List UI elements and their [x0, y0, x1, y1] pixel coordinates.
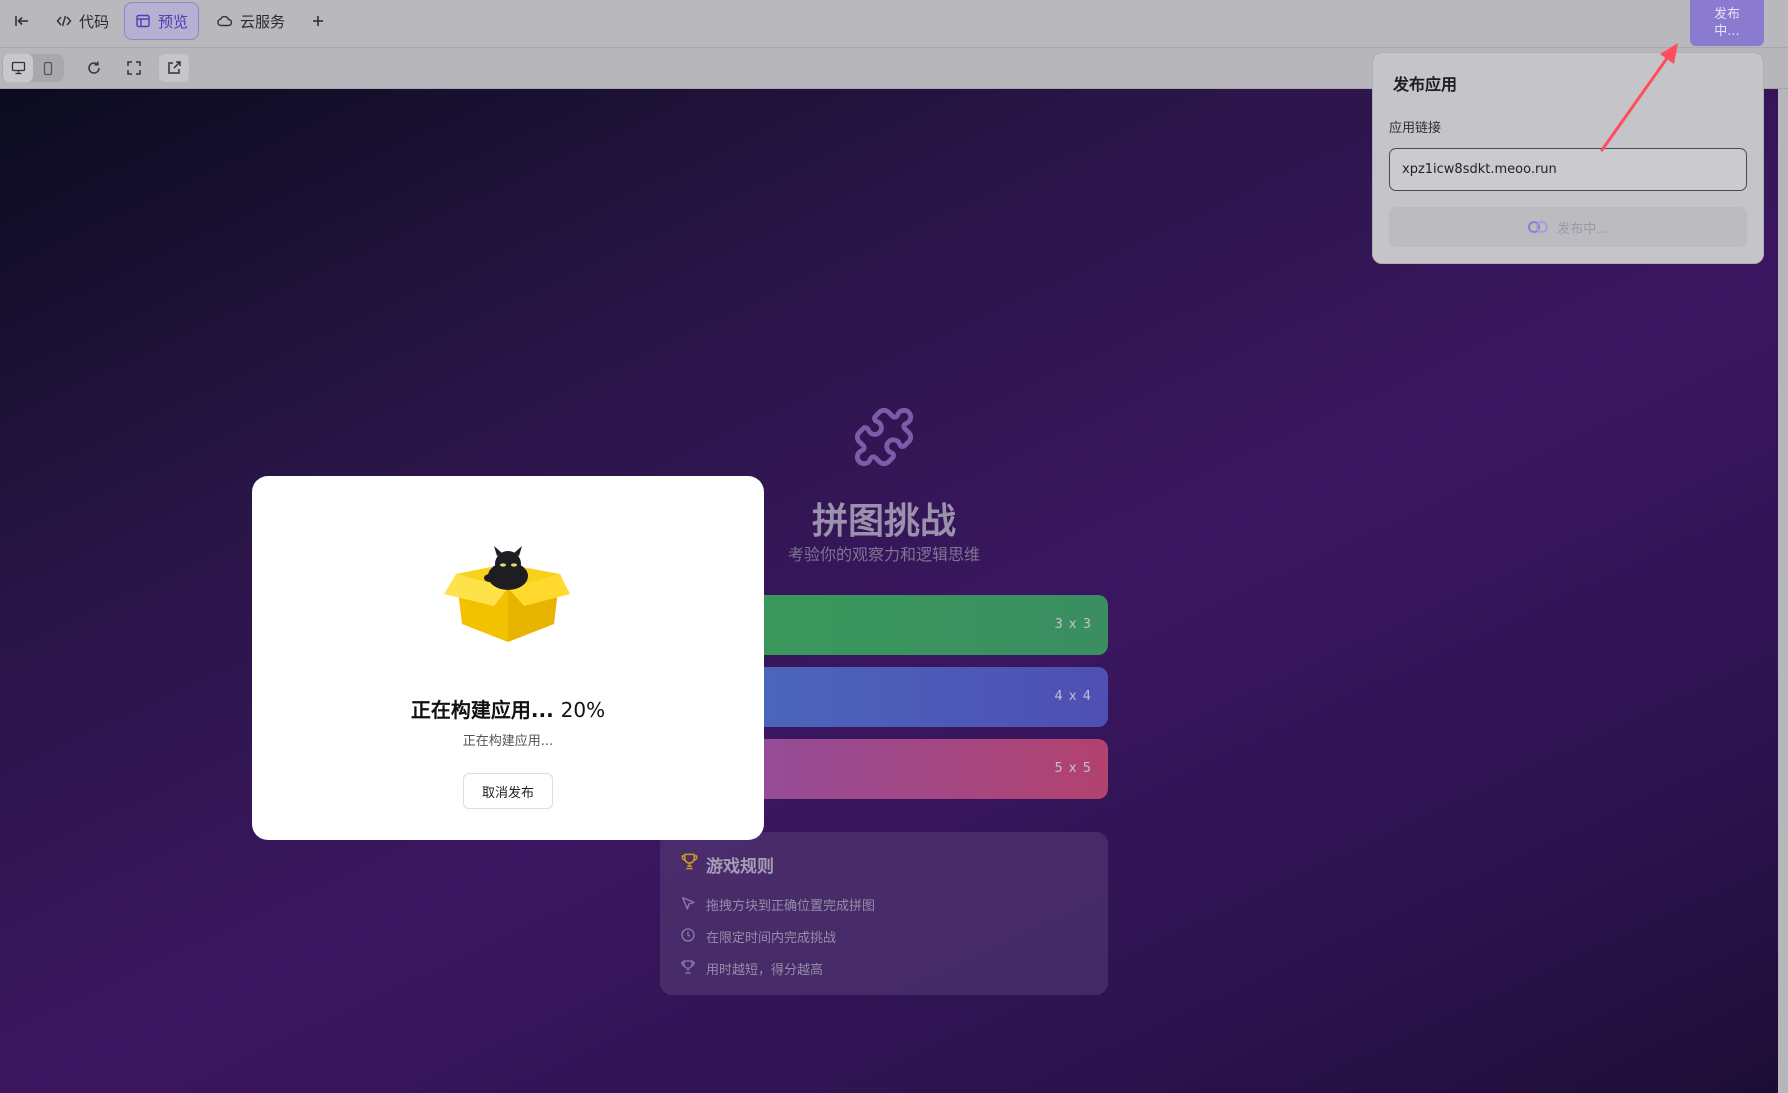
trophy-icon	[681, 853, 698, 870]
open-external-button[interactable]	[159, 54, 189, 82]
tab-preview-label: 预览	[158, 12, 189, 31]
tab-code[interactable]: 代码	[46, 2, 119, 40]
add-tab-button[interactable]	[300, 2, 336, 40]
clock-icon	[681, 928, 695, 942]
desktop-icon	[11, 61, 25, 75]
refresh-icon	[88, 61, 100, 74]
fullscreen-button[interactable]	[119, 54, 149, 82]
loading-infinity-icon	[1528, 221, 1549, 233]
tab-cloud-label: 云服务	[240, 12, 286, 31]
build-title-text: 正在构建应用...	[410, 698, 554, 722]
build-status: 正在构建应用...	[462, 734, 554, 749]
collapse-left-icon	[15, 16, 28, 26]
rules-title: 游戏规则	[706, 857, 774, 877]
preview-scroll-gutter	[1778, 89, 1788, 1093]
desktop-view-button[interactable]	[3, 54, 33, 82]
code-icon	[56, 15, 72, 27]
build-title: 正在构建应用... 20%	[252, 694, 764, 723]
rule-item-2: 在限定时间内完成挑战	[706, 931, 837, 946]
level-3x3-label: 3 x 3	[1054, 617, 1092, 632]
cancel-publish-button[interactable]: 取消发布	[463, 773, 553, 809]
cat-in-box-illustration	[444, 546, 570, 642]
mobile-view-button[interactable]	[33, 54, 63, 82]
tab-code-label: 代码	[79, 12, 110, 31]
level-4x4-label: 4 x 4	[1054, 689, 1092, 704]
publish-popover-title: 发布应用	[1393, 75, 1458, 94]
build-percent: 20%	[560, 698, 606, 722]
publishing-button-label: 发布中...	[1557, 221, 1609, 237]
tab-preview[interactable]: 预览	[124, 2, 199, 40]
tab-cloud[interactable]: 云服务	[206, 2, 295, 40]
build-progress-dialog: 正在构建应用... 20% 正在构建应用... 取消发布	[252, 476, 764, 840]
publish-button[interactable]: 发布中...	[1690, 0, 1764, 46]
puzzle-icon	[854, 407, 914, 467]
pointer-icon	[682, 897, 695, 910]
publish-button-label: 发布中...	[1713, 7, 1740, 39]
trophy-small-icon	[681, 960, 695, 974]
mobile-icon	[43, 61, 53, 75]
app-link-label: 应用链接	[1389, 121, 1442, 136]
external-link-icon	[168, 61, 181, 74]
annotation-arrow	[1600, 43, 1678, 152]
rule-item-1: 拖拽方块到正确位置完成拼图	[706, 899, 876, 914]
publish-popover: 发布应用 应用链接 xpz1icw8sdkt.meoo.run 发布中...	[1372, 52, 1764, 264]
cloud-icon	[217, 15, 233, 27]
top-bar: 代码 预览 云服务 发布中...	[0, 0, 1788, 48]
refresh-button[interactable]	[79, 54, 109, 82]
publishing-button[interactable]: 发布中...	[1389, 207, 1747, 247]
fullscreen-icon	[127, 61, 141, 75]
layout-icon	[136, 14, 150, 28]
collapse-sidebar-button[interactable]	[4, 2, 40, 40]
plus-icon	[313, 16, 323, 26]
app-link-input[interactable]: xpz1icw8sdkt.meoo.run	[1389, 148, 1747, 191]
rules-card: 游戏规则 拖拽方块到正确位置完成拼图 在限定时间内完成挑战 用时越短，得分越高	[660, 832, 1108, 995]
rule-item-3: 用时越短，得分越高	[706, 963, 824, 978]
level-5x5-label: 5 x 5	[1054, 761, 1092, 776]
